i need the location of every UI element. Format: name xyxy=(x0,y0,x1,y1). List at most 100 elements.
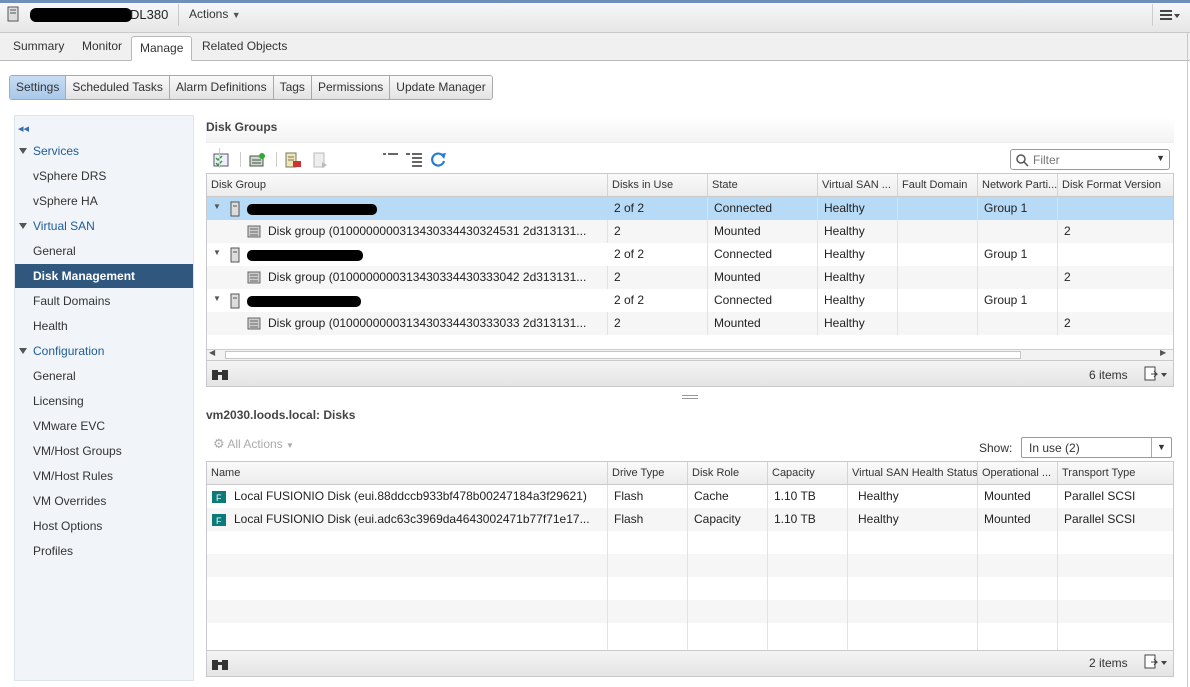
nav-item-disk-management[interactable]: Disk Management xyxy=(15,264,193,288)
sub-tabs: Settings Scheduled Tasks Alarm Definitio… xyxy=(9,75,493,100)
remove-disk-icon[interactable] xyxy=(284,152,302,168)
col-disk-format-version[interactable]: Disk Format Version xyxy=(1058,174,1173,196)
tab-related-objects[interactable]: Related Objects xyxy=(202,39,287,53)
nav-item-host-options[interactable]: Host Options xyxy=(15,514,193,538)
claim-disks-icon[interactable] xyxy=(213,152,231,168)
table-row[interactable]: Disk group (0100000000313430334430324531… xyxy=(207,220,1173,243)
col-vsan-health-status[interactable]: Virtual SAN Health Status xyxy=(848,462,978,484)
expand-all-icon[interactable] xyxy=(405,151,423,167)
col-disks-in-use[interactable]: Disks in Use xyxy=(608,174,708,196)
chevron-down-icon[interactable]: ▼ xyxy=(1156,153,1165,163)
col-operational[interactable]: Operational ... xyxy=(978,462,1058,484)
subtab-permissions[interactable]: Permissions xyxy=(311,76,391,99)
export-icon[interactable] xyxy=(1143,366,1169,382)
disk-format-version: 2 xyxy=(1064,316,1071,330)
export-icon[interactable] xyxy=(1143,654,1169,670)
collapse-triangle-icon[interactable]: ▼ xyxy=(213,248,221,257)
nav-section-configuration[interactable]: Configuration xyxy=(19,344,104,358)
host-icon xyxy=(230,293,240,309)
col-capacity[interactable]: Capacity xyxy=(768,462,848,484)
show-label: Show: xyxy=(979,441,1013,455)
collapse-all-icon[interactable] xyxy=(382,150,400,166)
show-select[interactable]: In use (2) ▼ xyxy=(1021,437,1172,458)
collapse-icon[interactable]: ◂◂ xyxy=(18,122,29,135)
binoculars-icon[interactable] xyxy=(211,657,229,671)
horizontal-scrollbar[interactable]: ◀ ▶ xyxy=(207,348,1173,360)
network-partition: Group 1 xyxy=(978,243,1058,266)
nav-item-profiles[interactable]: Profiles xyxy=(15,539,193,563)
table-row[interactable]: F Local FUSIONIO Disk (eui.adc63c3969da4… xyxy=(207,508,1173,531)
tab-manage[interactable]: Manage xyxy=(131,36,193,61)
scrollbar-thumb[interactable] xyxy=(225,351,1021,359)
nav-item-vm-host-rules[interactable]: VM/Host Rules xyxy=(15,464,193,488)
svg-text:F: F xyxy=(216,493,222,503)
nav-item-vm-overrides[interactable]: VM Overrides xyxy=(15,489,193,513)
redacted-host-name xyxy=(247,296,361,307)
empty-row xyxy=(207,600,1173,623)
subtab-settings[interactable]: Settings xyxy=(10,76,67,99)
nav-section-services[interactable]: Services xyxy=(19,144,79,158)
nav-item-vsphere-ha[interactable]: vSphere HA xyxy=(15,189,193,213)
nav-item-vsphere-drs[interactable]: vSphere DRS xyxy=(15,164,193,188)
empty-row xyxy=(207,531,1173,554)
create-disk-group-icon[interactable] xyxy=(248,152,266,168)
table-row[interactable]: ▼ 2 of 2 Connected Healthy Group 1 xyxy=(207,197,1173,220)
nav-item-licensing[interactable]: Licensing xyxy=(15,389,193,413)
disk-action-disabled-icon[interactable] xyxy=(312,152,330,168)
actions-menu[interactable]: Actions ▼ xyxy=(189,7,241,21)
col-disk-group[interactable]: Disk Group xyxy=(207,174,608,196)
col-fault-domain[interactable]: Fault Domain xyxy=(898,174,978,196)
refresh-icon[interactable] xyxy=(430,151,448,167)
toolbar-separator xyxy=(276,152,277,167)
disks-in-use: 2 of 2 xyxy=(608,243,708,266)
col-network-partition[interactable]: Network Parti... xyxy=(978,174,1058,196)
table-row[interactable]: ▼ 2 of 2 Connected Healthy Group 1 xyxy=(207,243,1173,266)
disk-group-name: Disk group (0100000000313430334430333042… xyxy=(263,266,608,289)
all-actions-menu[interactable]: ⚙ All Actions ▼ xyxy=(213,436,294,452)
table-row[interactable]: ▼ 2 of 2 Connected Healthy Group 1 xyxy=(207,289,1173,312)
nav-item-vsan-general[interactable]: General xyxy=(15,239,193,263)
tab-monitor[interactable]: Monitor xyxy=(82,39,122,53)
state: Mounted xyxy=(708,220,818,243)
panel-splitter[interactable] xyxy=(206,391,1174,405)
host-icon xyxy=(7,6,19,22)
state: Connected xyxy=(708,197,818,220)
col-drive-type[interactable]: Drive Type xyxy=(608,462,688,484)
drive-type: Flash xyxy=(608,485,688,508)
tab-summary[interactable]: Summary xyxy=(13,39,64,53)
subtab-alarm-definitions[interactable]: Alarm Definitions xyxy=(169,76,274,99)
nav-section-virtual-san[interactable]: Virtual SAN xyxy=(19,219,95,233)
host-icon xyxy=(230,201,240,217)
list-menu-icon xyxy=(1160,10,1180,20)
col-state[interactable]: State xyxy=(708,174,818,196)
disks-in-use: 2 xyxy=(608,220,708,243)
col-vsan-health[interactable]: Virtual SAN ... xyxy=(818,174,898,196)
col-name[interactable]: Name xyxy=(207,462,608,484)
filter-input[interactable] xyxy=(1031,152,1151,168)
disk-group-name: Disk group (0100000000313430334430324531… xyxy=(263,220,608,243)
title-separator xyxy=(178,4,179,26)
redacted-hostname xyxy=(30,8,132,22)
nav-item-health[interactable]: Health xyxy=(15,314,193,338)
scroll-right-icon[interactable]: ▶ xyxy=(1160,348,1166,357)
table-row[interactable]: F Local FUSIONIO Disk (eui.88ddccb933bf4… xyxy=(207,485,1173,508)
nav-item-fault-domains[interactable]: Fault Domains xyxy=(15,289,193,313)
binoculars-icon[interactable] xyxy=(211,367,229,381)
collapse-triangle-icon[interactable]: ▼ xyxy=(213,202,221,211)
menu-button[interactable] xyxy=(1152,4,1182,26)
nav-item-config-general[interactable]: General xyxy=(15,364,193,388)
col-transport-type[interactable]: Transport Type xyxy=(1058,462,1173,484)
collapse-triangle-icon[interactable]: ▼ xyxy=(213,294,221,303)
col-disk-role[interactable]: Disk Role xyxy=(688,462,768,484)
filter-field[interactable]: ▼ xyxy=(1010,149,1170,170)
table-row[interactable]: Disk group (0100000000313430334430333042… xyxy=(207,266,1173,289)
fault-domain xyxy=(898,243,978,266)
nav-item-vmware-evc[interactable]: VMware EVC xyxy=(15,414,193,438)
network-partition xyxy=(978,220,1058,243)
scroll-left-icon[interactable]: ◀ xyxy=(209,348,215,357)
subtab-scheduled-tasks[interactable]: Scheduled Tasks xyxy=(66,76,170,99)
subtab-update-manager[interactable]: Update Manager xyxy=(390,76,492,99)
subtab-tags[interactable]: Tags xyxy=(273,76,312,99)
nav-item-vm-host-groups[interactable]: VM/Host Groups xyxy=(15,439,193,463)
table-row[interactable]: Disk group (0100000000313430334430333033… xyxy=(207,312,1173,335)
